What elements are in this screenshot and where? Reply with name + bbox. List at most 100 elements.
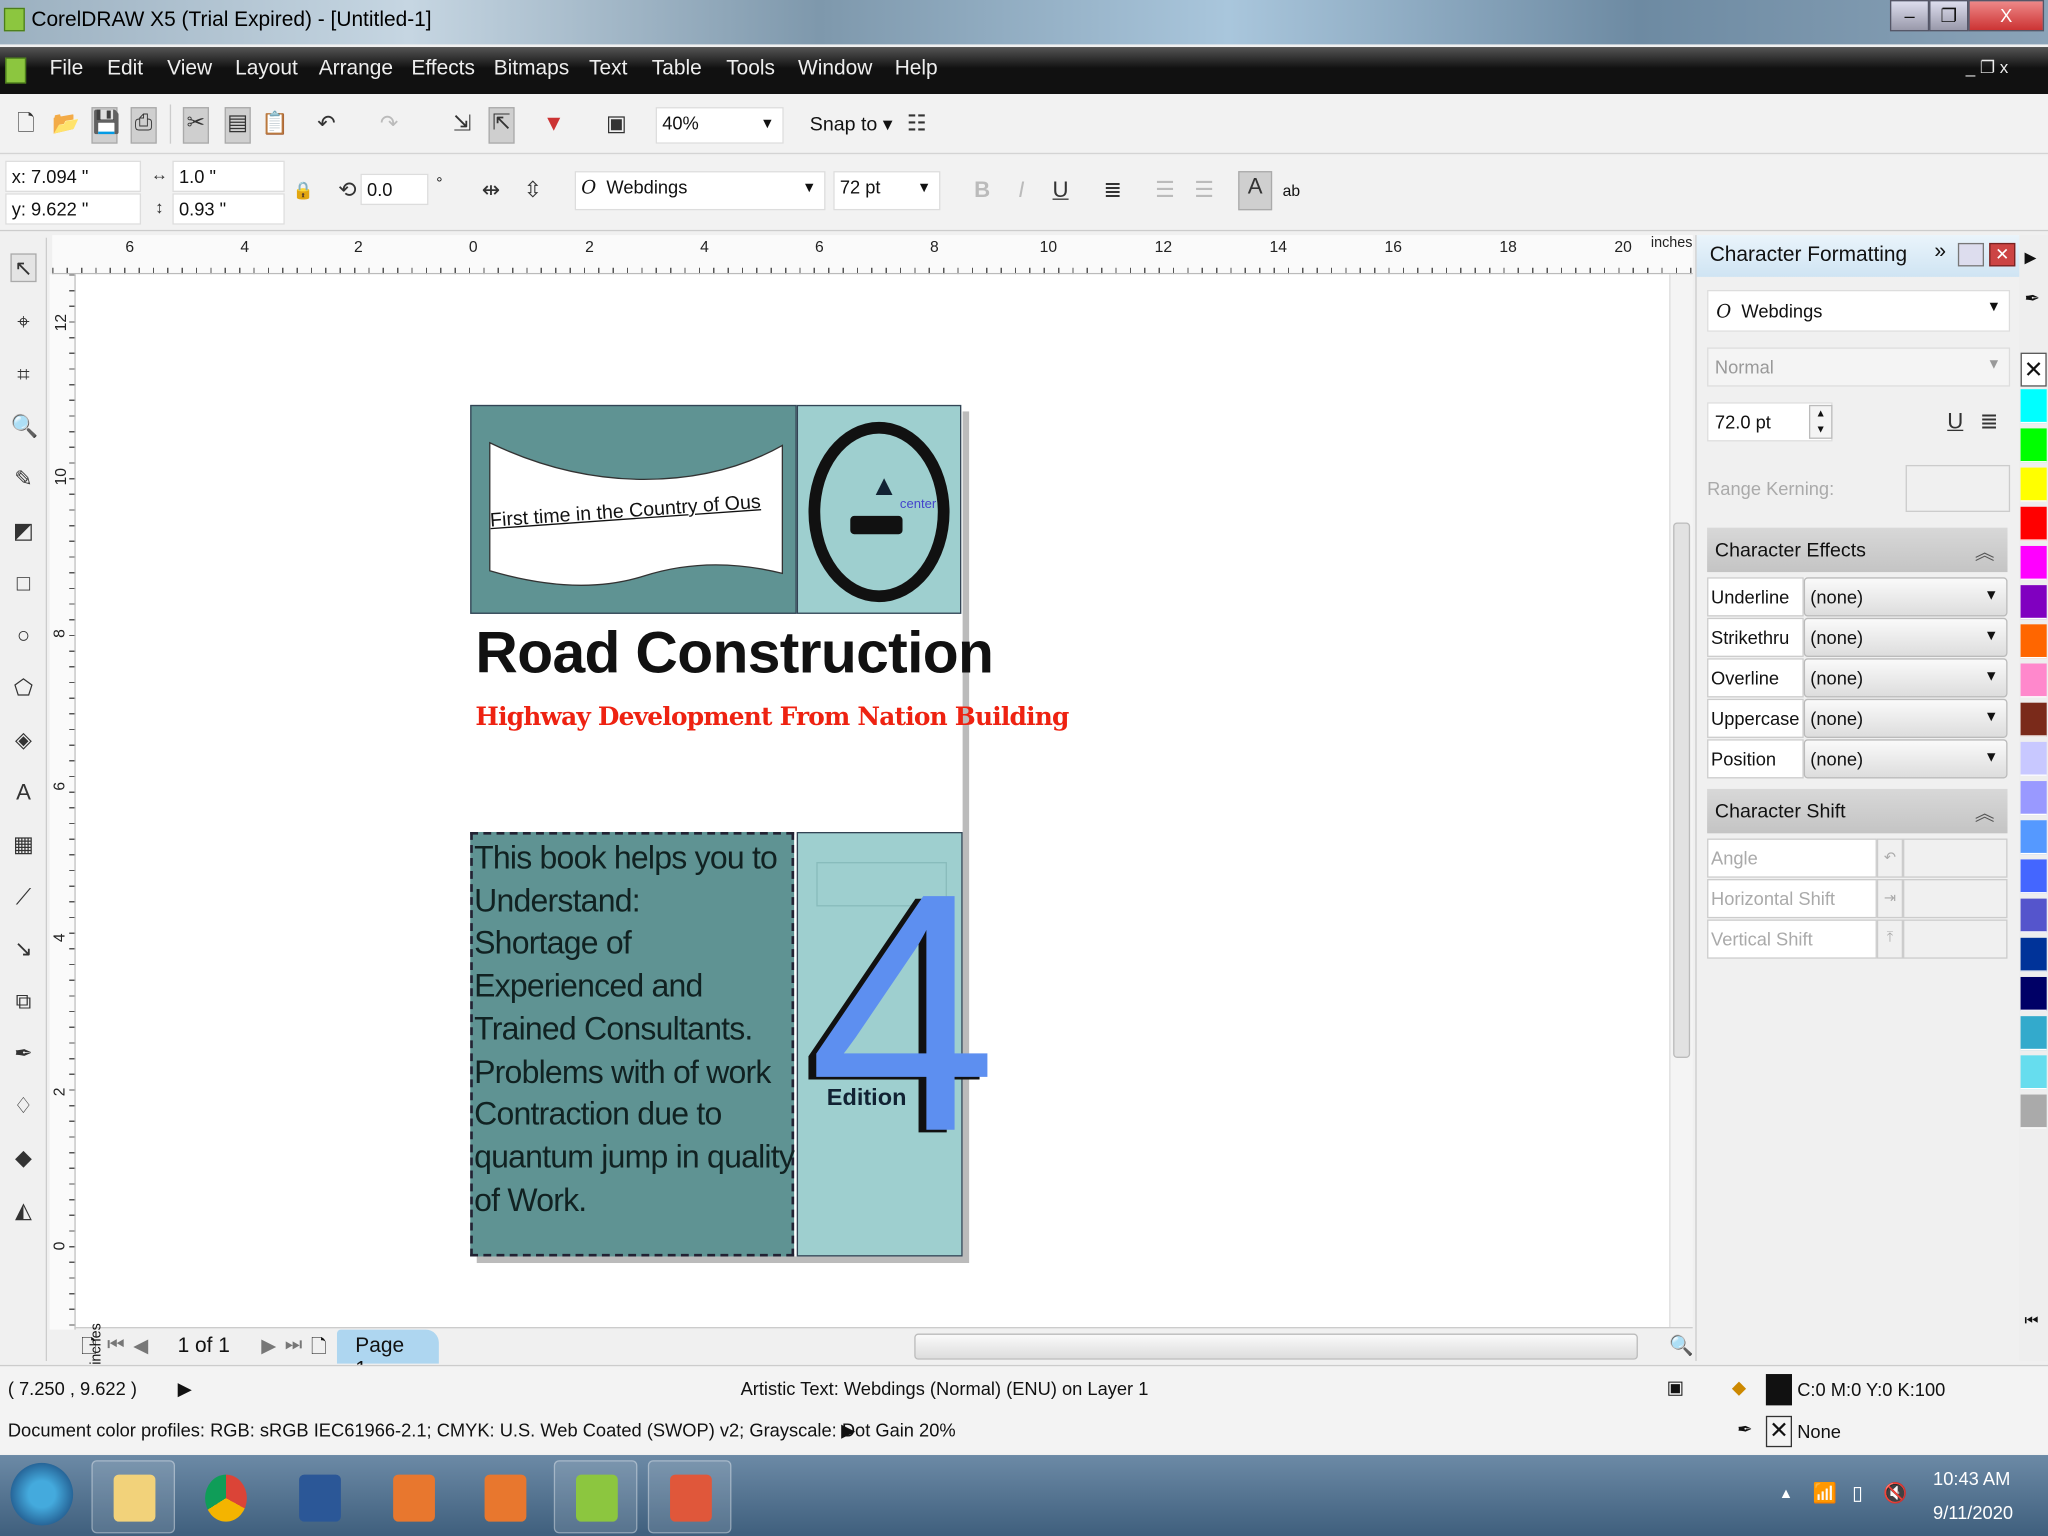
edition-label[interactable]: Edition	[827, 1084, 907, 1111]
freehand-tool-icon[interactable]: ✎	[10, 465, 36, 494]
mirror-horizontal-icon[interactable]: ⇹	[478, 176, 504, 205]
font-style-dropdown[interactable]: Normal	[1707, 347, 2011, 387]
shift-value-field[interactable]	[1903, 838, 2008, 878]
taskbar-word[interactable]	[277, 1460, 361, 1533]
effect-dropdown[interactable]: (none)	[1803, 739, 2008, 779]
previous-page-icon[interactable]: ◀	[133, 1334, 148, 1357]
menu-tools[interactable]: Tools	[726, 57, 775, 81]
lock-ratio-icon[interactable]: 🔒	[290, 176, 316, 205]
effect-dropdown[interactable]: (none)	[1803, 577, 2008, 617]
color-swatch[interactable]	[2020, 820, 2047, 855]
profiles-expand-icon[interactable]: ▶	[841, 1420, 855, 1442]
horizontal-scrollbar[interactable]	[914, 1333, 1638, 1360]
restore-button[interactable]: ❐	[1929, 0, 1969, 32]
minimize-button[interactable]: –	[1889, 0, 1930, 32]
text-alignment-icon[interactable]: ≣	[1976, 408, 2002, 437]
ellipse-tool-icon[interactable]: ○	[10, 622, 36, 651]
character-shift-header[interactable]: Character Shift	[1707, 788, 2008, 834]
taskbar-app-orange[interactable]	[371, 1460, 455, 1533]
docker-minimize-button[interactable]	[1957, 242, 1984, 267]
print-icon[interactable]: ⎙	[130, 107, 157, 144]
font-list-dropdown[interactable]: O Webdings	[574, 171, 826, 211]
import-icon[interactable]: ⇲	[449, 110, 475, 139]
expand-docker-icon[interactable]: »	[1934, 240, 1946, 264]
open-icon[interactable]: 📂	[52, 110, 80, 139]
menu-help[interactable]: Help	[895, 57, 938, 81]
menu-file[interactable]: File	[50, 57, 84, 81]
taskbar-chrome[interactable]	[183, 1460, 267, 1533]
cut-icon[interactable]: ✂	[182, 107, 209, 144]
welcome-screen-icon[interactable]: ▣	[603, 110, 629, 139]
drop-cap-icon[interactable]: ☰	[1191, 176, 1217, 205]
palette-scroll-icon[interactable]: ▶	[2024, 248, 2036, 266]
mirror-vertical-icon[interactable]: ⇳	[520, 176, 546, 205]
shift-value-field[interactable]	[1903, 879, 2008, 919]
font-size-spinner[interactable]: ▲ ▼	[1808, 404, 1833, 439]
scroll-thumb[interactable]	[1673, 522, 1691, 1058]
page-tab[interactable]: Page 1	[336, 1329, 439, 1381]
color-profiles[interactable]: Document color profiles: RGB: sRGB IEC61…	[8, 1420, 956, 1441]
taskbar-powerpoint[interactable]	[647, 1460, 732, 1534]
text-alignment-icon[interactable]: ≣	[1100, 176, 1126, 205]
outline-none-swatch[interactable]: ✕	[1765, 1415, 1792, 1448]
bullets-icon[interactable]: ☰	[1152, 176, 1178, 205]
x-position-field[interactable]: x: 7.094 "	[5, 160, 142, 192]
color-swatch[interactable]	[2020, 389, 2047, 424]
zoom-tool-icon[interactable]: 🔍	[10, 413, 38, 442]
start-button[interactable]	[10, 1462, 74, 1526]
last-page-icon[interactable]: ⏭	[285, 1334, 303, 1356]
edit-text-button[interactable]: ab	[1283, 182, 1300, 200]
polygon-tool-icon[interactable]: ⬠	[10, 674, 36, 703]
color-swatch[interactable]	[2020, 898, 2047, 933]
save-icon[interactable]: 💾	[91, 107, 120, 144]
network-icon[interactable]: 📶	[1813, 1481, 1837, 1504]
doc-window-controls-icon[interactable]: _ ❐ x	[1966, 57, 2009, 78]
zoom-level-dropdown[interactable]: 40%	[655, 107, 784, 144]
connector-tool-icon[interactable]: ↘	[10, 935, 36, 964]
description-text-frame[interactable]: This book helps you to Understand: Shortag…	[470, 831, 795, 1257]
status-expand-icon[interactable]: ▶	[178, 1378, 192, 1400]
color-proof-icon[interactable]: ▣	[1667, 1377, 1684, 1399]
color-swatch[interactable]	[2020, 545, 2047, 580]
add-page-after-icon[interactable]: 🗋	[311, 1334, 327, 1367]
menu-view[interactable]: View	[167, 57, 212, 81]
table-tool-icon[interactable]: ▦	[10, 831, 36, 860]
snap-to-dropdown[interactable]: Snap to ▾	[810, 112, 893, 136]
menu-text[interactable]: Text	[589, 57, 627, 81]
application-launcher-icon[interactable]: ▼	[541, 110, 567, 139]
shape-tool-icon[interactable]: ⌖	[10, 308, 36, 337]
no-color-swatch[interactable]: ✕	[2020, 352, 2047, 387]
horizontal-ruler[interactable]: 6 4 2 0 2 4 6 8 10 12 14 16 18 20 inches	[52, 235, 1693, 275]
y-position-field[interactable]: y: 9.622 "	[5, 193, 142, 225]
taskbar-coreldraw[interactable]	[553, 1460, 638, 1534]
character-effects-header[interactable]: Character Effects	[1707, 527, 2008, 573]
menu-layout[interactable]: Layout	[235, 57, 298, 81]
color-swatch[interactable]	[2020, 741, 2047, 776]
outline-tool-icon[interactable]: ♢	[10, 1092, 36, 1121]
menu-arrange[interactable]: Arrange	[319, 57, 393, 81]
color-swatch[interactable]	[2020, 1016, 2047, 1051]
options-icon[interactable]: ☷	[904, 110, 930, 139]
color-swatch[interactable]	[2020, 937, 2047, 972]
color-swatch[interactable]	[2020, 859, 2047, 894]
range-kerning-field[interactable]	[1905, 464, 2011, 512]
eyedropper-tool-icon[interactable]: ✒	[10, 1040, 36, 1069]
docker-font-dropdown[interactable]: O Webdings	[1707, 289, 2011, 332]
battery-icon[interactable]: ▯	[1852, 1481, 1863, 1504]
export-icon[interactable]: ⇱	[488, 107, 515, 144]
color-swatch[interactable]	[2020, 702, 2047, 737]
next-page-icon[interactable]: ▶	[261, 1334, 276, 1357]
palette-expand-icon[interactable]: ⏮	[2024, 1311, 2038, 1331]
zoom-navigator-icon[interactable]: 🔍	[1669, 1334, 1693, 1357]
crop-tool-icon[interactable]: ⌗	[10, 360, 36, 389]
menu-window[interactable]: Window	[798, 57, 872, 81]
book-subtitle[interactable]: Highway Development From Nation Building	[475, 703, 1069, 732]
italic-icon[interactable]: I	[1008, 176, 1034, 205]
show-hidden-icons[interactable]: ▲	[1779, 1486, 1793, 1502]
smart-fill-tool-icon[interactable]: ◩	[10, 517, 36, 546]
new-document-icon[interactable]: 🗋	[13, 110, 39, 139]
fill-color-swatch[interactable]	[1765, 1374, 1792, 1406]
effect-dropdown[interactable]: (none)	[1803, 617, 2008, 657]
add-page-icon[interactable]: 🗋	[81, 1334, 97, 1367]
underline-icon[interactable]: U	[1048, 176, 1074, 205]
